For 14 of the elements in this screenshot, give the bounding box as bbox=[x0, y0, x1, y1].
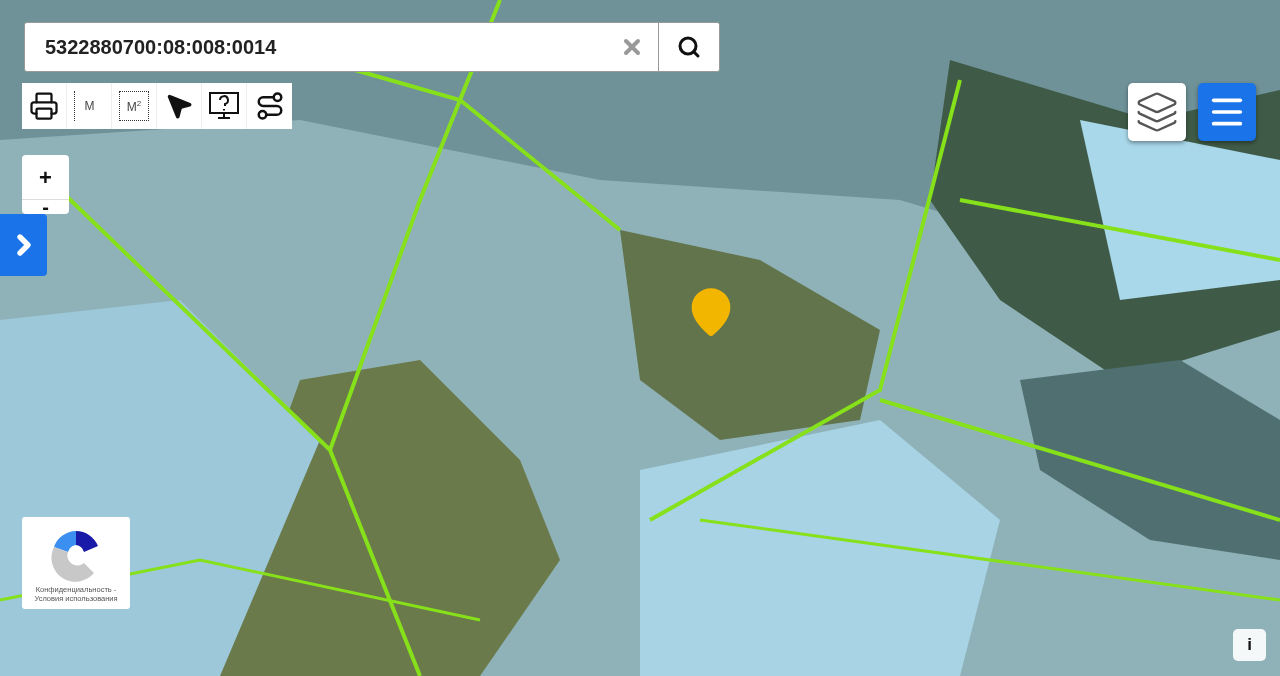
zoom-out-button[interactable]: - bbox=[22, 200, 69, 214]
search-icon bbox=[677, 35, 701, 59]
info-button[interactable]: i bbox=[1233, 629, 1266, 661]
printer-icon bbox=[29, 91, 59, 121]
area-measure-icon: M$^{2}$ bbox=[119, 91, 149, 121]
tool-button[interactable] bbox=[22, 83, 67, 129]
expand-panel-button[interactable] bbox=[0, 214, 47, 276]
layers-icon bbox=[1135, 90, 1179, 134]
monitor-question-icon bbox=[208, 91, 240, 121]
search-field[interactable]: 5322880700:08:008:0014 bbox=[24, 22, 720, 72]
layers-button[interactable] bbox=[1128, 83, 1186, 141]
zoom-in-button[interactable]: + bbox=[22, 155, 69, 200]
menu-button[interactable] bbox=[1198, 83, 1256, 141]
search-input[interactable]: 5322880700:08:008:0014 bbox=[43, 34, 620, 60]
